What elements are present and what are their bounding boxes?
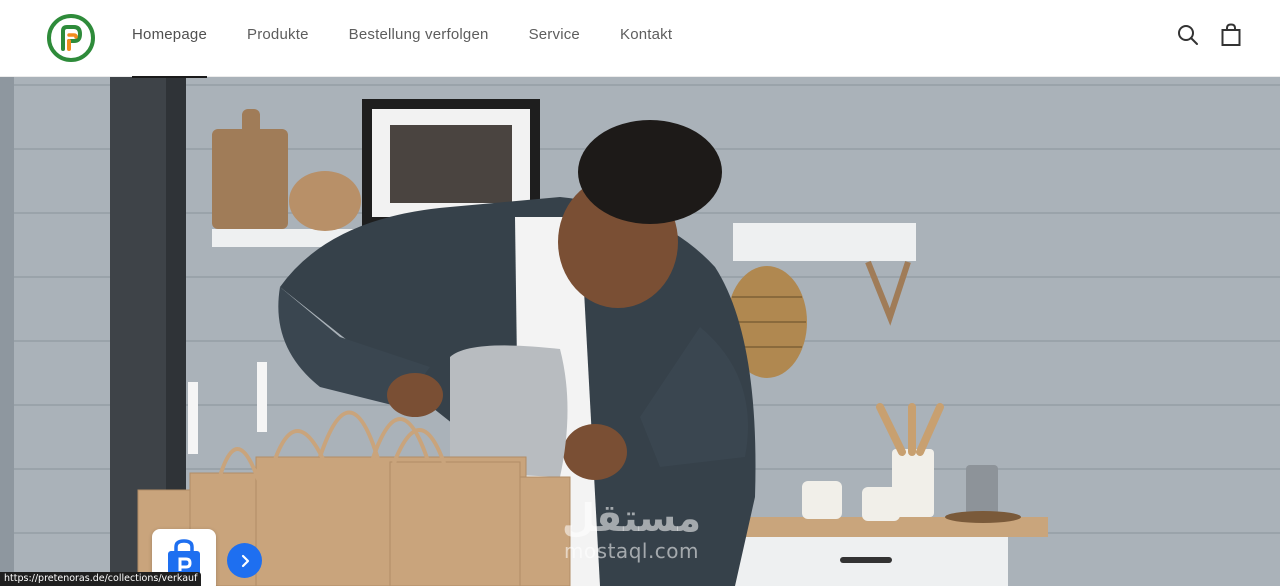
shopping-bag-icon[interactable] — [1218, 22, 1244, 48]
status-bar-url: https://pretenoras.de/collections/verkau… — [0, 572, 202, 586]
brand-logo[interactable] — [46, 13, 96, 63]
nav-service[interactable]: Service — [529, 0, 580, 77]
nav-bestellung-verfolgen[interactable]: Bestellung verfolgen — [349, 0, 489, 77]
watermark-latin: mostaql.com — [563, 539, 700, 563]
chevron-right-icon — [241, 554, 249, 567]
nav-kontakt[interactable]: Kontakt — [620, 0, 672, 77]
nav-homepage[interactable]: Homepage — [132, 0, 207, 78]
nav-produkte[interactable]: Produkte — [247, 0, 309, 77]
watermark: مستقل mostaql.com — [562, 496, 701, 562]
main-nav: Homepage Produkte Bestellung verfolgen S… — [132, 0, 712, 78]
watermark-arabic: مستقل — [562, 496, 701, 540]
site-header: Homepage Produkte Bestellung verfolgen S… — [0, 0, 1280, 78]
next-slide-button[interactable] — [227, 543, 262, 578]
search-icon[interactable] — [1175, 22, 1201, 48]
